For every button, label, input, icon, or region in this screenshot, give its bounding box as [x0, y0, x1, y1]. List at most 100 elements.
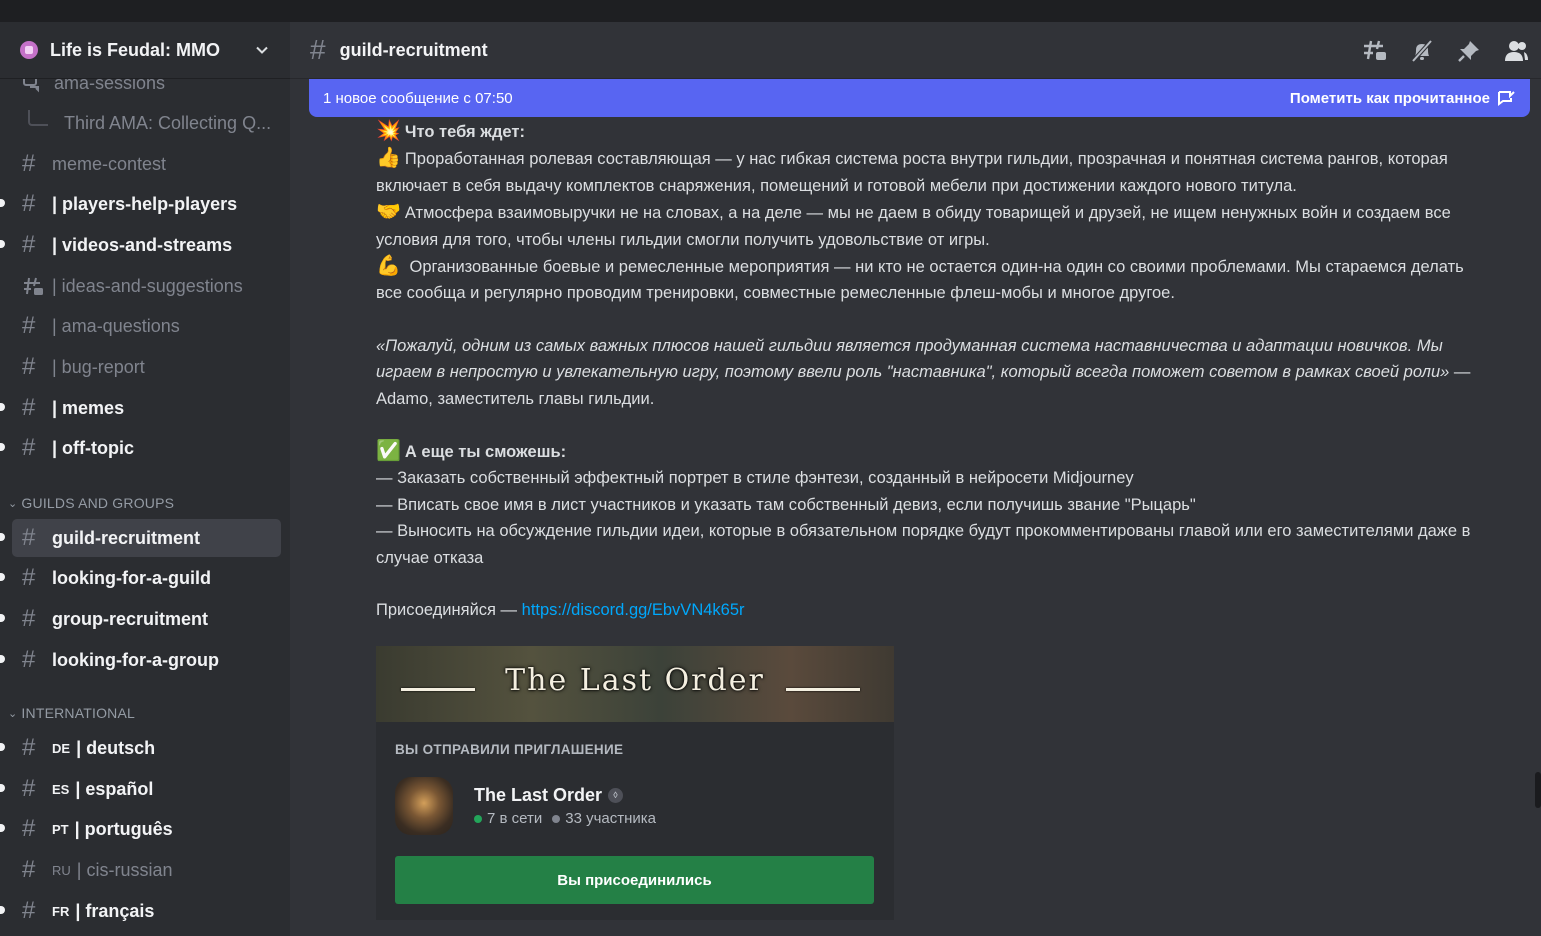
message-list-item: — Вписать свое имя в лист участников и у…	[376, 495, 1196, 514]
hash-icon: #	[22, 312, 36, 339]
hash-icon: #	[22, 856, 36, 883]
unread-indicator	[0, 906, 5, 914]
new-messages-banner[interactable]: 1 новое сообщение с 07:50 Пометить как п…	[309, 79, 1530, 117]
channel-label: guild-recruitment	[52, 527, 201, 548]
channel-ama-questions[interactable]: # | ama-questions	[12, 307, 281, 345]
hash-icon: #	[22, 605, 36, 632]
channel-group-recruitment[interactable]: # group-recruitment	[0, 600, 281, 638]
check-mark-emoji-icon: ✅	[376, 440, 401, 463]
chat-area: # guild-recruitment 1 новое сообщение с …	[290, 22, 1541, 936]
channel-label: | deutsch	[76, 737, 156, 758]
flexed-biceps-emoji-icon: 💪	[376, 255, 401, 278]
chevron-down-icon: ⌄	[8, 707, 18, 720]
hash-icon: #	[22, 646, 36, 673]
invite-banner-image: The Last Order	[376, 646, 894, 722]
hash-icon: #	[22, 434, 36, 461]
banner-line-right	[786, 688, 860, 691]
channel-espanol[interactable]: # ES | español	[0, 770, 281, 808]
message-content: 💥 Что тебя ждет: 👍 Проработанная ролевая с…	[376, 118, 1486, 624]
message-paragraph: Проработанная ролевая составляющая — у н…	[376, 150, 1448, 195]
channel-cis-russian[interactable]: # RU | cis-russian	[12, 851, 281, 889]
message-quote: «Пожалуй, одним из самых важных плюсов н…	[376, 336, 1450, 382]
mute-bell-icon[interactable]	[1409, 38, 1435, 64]
unread-indicator	[0, 199, 5, 207]
channel-label: | off-topic	[52, 437, 135, 458]
category-guilds-and-groups[interactable]: ⌄ GUILDS AND GROUPS	[8, 495, 174, 511]
channel-players-help-players[interactable]: # | players-help-players	[0, 185, 281, 223]
thumbs-up-emoji-icon: 👍	[376, 147, 401, 170]
title-strip	[0, 0, 1541, 22]
channel-meme-contest[interactable]: # meme-contest	[12, 145, 281, 183]
channel-ideas-and-suggestions[interactable]: | ideas-and-suggestions	[12, 267, 281, 305]
channel-bug-report[interactable]: # | bug-report	[12, 348, 281, 386]
chat-header: # guild-recruitment	[290, 22, 1541, 79]
hash-icon: #	[22, 897, 36, 924]
invite-heading: ВЫ ОТПРАВИЛИ ПРИГЛАШЕНИЕ	[395, 742, 624, 757]
pin-icon[interactable]	[1456, 38, 1482, 64]
language-tag: ES	[52, 781, 70, 797]
channel-label: | português	[74, 818, 173, 839]
language-tag: DE	[52, 740, 71, 756]
scrollbar-thumb[interactable]	[1535, 772, 1541, 808]
channel-francais[interactable]: # FR | français	[0, 892, 281, 930]
unread-indicator	[0, 240, 5, 248]
chevron-down-icon: ⌄	[8, 497, 18, 510]
language-tag: PT	[52, 821, 69, 837]
channel-title: guild-recruitment	[339, 39, 488, 60]
channel-label: | players-help-players	[52, 193, 238, 214]
channel-memes[interactable]: # | memes	[0, 389, 281, 427]
member-count: 33 участника	[565, 810, 657, 827]
channel-off-topic[interactable]: # | off-topic	[0, 429, 281, 467]
hash-icon: #	[22, 564, 36, 591]
hash-icon: #	[22, 815, 36, 842]
channel-label: | bug-report	[52, 356, 145, 377]
handshake-emoji-icon: 🤝	[376, 201, 401, 224]
unread-indicator	[0, 573, 5, 581]
mark-read-icon	[1498, 91, 1515, 106]
hash-icon: #	[22, 394, 36, 421]
join-prefix: Присоединяйся —	[376, 601, 522, 620]
hash-icon: #	[22, 353, 36, 380]
members-dot-icon	[552, 814, 561, 823]
message-paragraph: Организованные боевые и ремесленные меро…	[376, 258, 1464, 303]
mark-as-read-label: Пометить как прочитанное	[1289, 89, 1490, 107]
server-icon	[20, 41, 38, 59]
chevron-down-icon[interactable]	[256, 44, 268, 56]
channel-portugues[interactable]: # PT | português	[0, 810, 281, 848]
channel-label: | français	[75, 900, 155, 921]
channel-label: | ama-questions	[52, 315, 180, 336]
new-messages-text: 1 новое сообщение с 07:50	[323, 89, 513, 107]
category-label: GUILDS AND GROUPS	[21, 495, 175, 511]
category-label: INTERNATIONAL	[21, 705, 135, 721]
mark-as-read-button[interactable]: Пометить как прочитанное	[1290, 90, 1516, 107]
channel-label: looking-for-a-guild	[52, 567, 211, 588]
channel-looking-for-a-guild[interactable]: # looking-for-a-guild	[0, 559, 281, 597]
member-list-icon[interactable]	[1503, 38, 1529, 64]
channel-label: | cis-russian	[76, 859, 173, 880]
message-heading: Что тебя ждет:	[404, 123, 525, 141]
server-name: Life is Feudal: MMO	[50, 39, 221, 60]
online-count: 7 в сети	[487, 810, 543, 827]
thread-third-ama[interactable]: Third AMA: Collecting Q...	[12, 104, 281, 142]
joined-button[interactable]: Вы присоединились	[395, 856, 874, 904]
invite-link[interactable]: https://discord.gg/EbvVN4k65r	[522, 601, 745, 619]
message-list-item: — Выносить на обсуждение гильдии идеи, к…	[376, 522, 1471, 567]
hash-icon: #	[22, 150, 36, 177]
header-toolbar	[1341, 38, 1529, 64]
threads-icon[interactable]	[1362, 38, 1388, 64]
unread-indicator	[0, 533, 5, 541]
server-header[interactable]: Life is Feudal: MMO	[0, 22, 290, 79]
channel-guild-recruitment[interactable]: # guild-recruitment	[0, 519, 281, 557]
unread-indicator	[0, 443, 5, 451]
category-international[interactable]: ⌄ INTERNATIONAL	[8, 705, 135, 721]
channel-sidebar: Life is Feudal: MMO ama-sessions Third A…	[0, 22, 290, 936]
message-list-item: — Заказать собственный эффектный портрет…	[376, 469, 1134, 488]
guild-name: The Last Order	[474, 785, 603, 805]
language-tag: FR	[52, 903, 70, 919]
channel-label: looking-for-a-group	[52, 649, 219, 670]
channel-deutsch[interactable]: # DE | deutsch	[0, 729, 281, 767]
channel-looking-for-a-group[interactable]: # looking-for-a-group	[0, 641, 281, 679]
guild-avatar[interactable]	[395, 777, 453, 835]
banner-title: The Last Order	[505, 663, 765, 698]
channel-videos-and-streams[interactable]: # | videos-and-streams	[0, 226, 281, 264]
